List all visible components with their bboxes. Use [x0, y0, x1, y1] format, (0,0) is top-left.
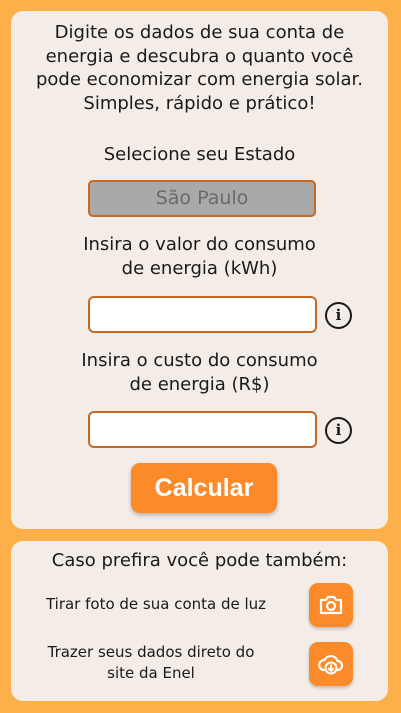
- cost-info-icon[interactable]: i: [325, 417, 352, 444]
- calculate-button[interactable]: Calcular: [131, 463, 277, 513]
- consumption-label: Insira o valor do consumo de energia (kW…: [83, 234, 316, 279]
- calculator-card: Digite os dados de sua conta de energia …: [11, 11, 388, 529]
- state-label: Selecione seu Estado: [103, 144, 296, 165]
- photo-option-text: Tirar foto de sua conta de luz: [45, 595, 267, 613]
- cost-input[interactable]: [88, 411, 317, 448]
- intro-text: Digite os dados de sua conta de energia …: [35, 22, 364, 114]
- state-select[interactable]: São Paulo: [88, 180, 316, 217]
- camera-icon: [319, 595, 343, 615]
- cost-label: Insira o custo do consumo de energia (R$…: [81, 350, 318, 395]
- alternatives-title: Caso prefira você pode também:: [51, 550, 348, 571]
- alternatives-card: Caso prefira você pode também: Tirar fot…: [11, 541, 388, 701]
- consumption-input[interactable]: [88, 296, 317, 333]
- consumption-info-icon[interactable]: i: [325, 302, 352, 329]
- enel-option-text: Trazer seus dados direto do site da Enel: [47, 643, 255, 682]
- enel-download-button[interactable]: [309, 642, 353, 686]
- photo-button[interactable]: [309, 583, 353, 627]
- cloud-download-icon: [318, 654, 344, 675]
